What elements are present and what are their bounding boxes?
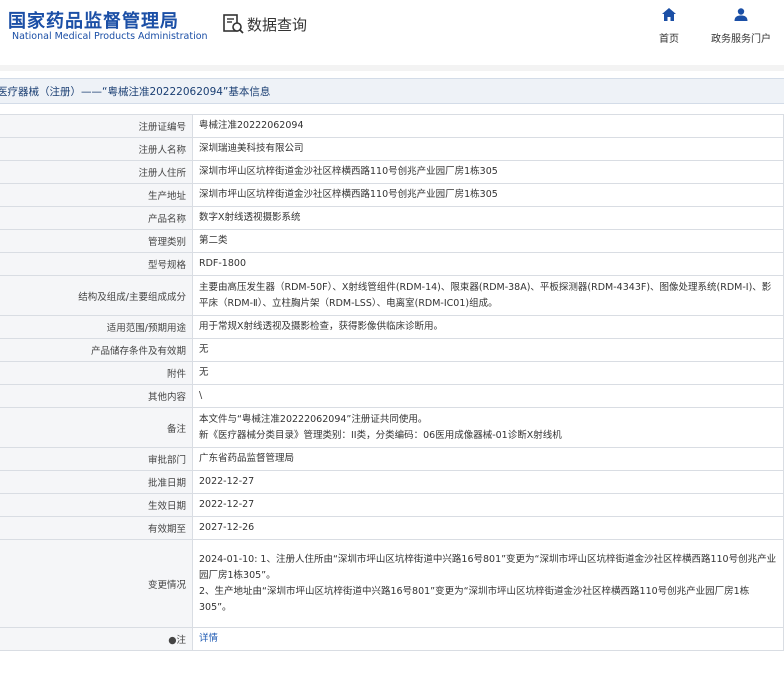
field-value: 2027-12-26 bbox=[192, 516, 784, 540]
table-row: 注册人住所 深圳市坪山区坑梓街道金沙社区梓横西路110号创兆产业园厂房1栋305 bbox=[0, 160, 784, 184]
field-value: RDF-1800 bbox=[192, 252, 784, 276]
remark-line-1: 本文件与“粤械注准20222062094”注册证共同使用。 bbox=[199, 413, 428, 425]
data-query-link[interactable]: 数据查询 bbox=[222, 13, 307, 35]
field-value: 无 bbox=[192, 338, 784, 362]
field-value: 深圳市坪山区坑梓街道金沙社区梓横西路110号创兆产业园厂房1栋305 bbox=[192, 183, 784, 207]
table-row: 生效日期 2022-12-27 bbox=[0, 493, 784, 517]
field-label: 有效期至 bbox=[0, 516, 193, 540]
header-divider bbox=[0, 65, 784, 71]
table-row: ●注 详情 bbox=[0, 627, 784, 651]
field-value: \ bbox=[192, 384, 784, 408]
field-value: 深圳市坪山区坑梓街道金沙社区梓横西路110号创兆产业园厂房1栋305 bbox=[192, 160, 784, 184]
field-label: 注册人住所 bbox=[0, 160, 193, 184]
table-row: 备注 本文件与“粤械注准20222062094”注册证共同使用。 新《医疗器械分… bbox=[0, 407, 784, 448]
table-row: 有效期至 2027-12-26 bbox=[0, 516, 784, 540]
field-value: 本文件与“粤械注准20222062094”注册证共同使用。 新《医疗器械分类目录… bbox=[192, 407, 784, 448]
field-value: 用于常规X射线透视及摄影检查，获得影像供临床诊断用。 bbox=[192, 315, 784, 339]
field-label: 附件 bbox=[0, 361, 193, 385]
table-row: 审批部门 广东省药品监督管理局 bbox=[0, 447, 784, 471]
change-line-2: 2、生产地址由“深圳市坪山区坑梓街道中兴路16号801”变更为“深圳市坪山区坑梓… bbox=[199, 585, 750, 613]
table-row: 其他内容 \ bbox=[0, 384, 784, 408]
user-icon bbox=[734, 8, 748, 21]
nav-home[interactable]: 首页 bbox=[654, 8, 684, 46]
field-label: 产品名称 bbox=[0, 206, 193, 230]
field-label: 生效日期 bbox=[0, 493, 193, 517]
change-line-1: 2024-01-10: 1、注册人住所由“深圳市坪山区坑梓街道中兴路16号801… bbox=[199, 553, 777, 581]
table-row: 适用范围/预期用途 用于常规X射线透视及摄影检查，获得影像供临床诊断用。 bbox=[0, 315, 784, 339]
field-label: 其他内容 bbox=[0, 384, 193, 408]
page-title: 医疗器械（注册）——“粤械注准20222062094”基本信息 bbox=[0, 78, 784, 104]
table-row: 结构及组成/主要组成成分 主要由高压发生器（RDM-50F）、X射线管组件(RD… bbox=[0, 275, 784, 316]
data-query-label: 数据查询 bbox=[247, 15, 308, 34]
home-icon bbox=[662, 8, 676, 21]
table-row: 注册人名称 深圳瑞迪美科技有限公司 bbox=[0, 137, 784, 161]
table-row: 批准日期 2022-12-27 bbox=[0, 470, 784, 494]
field-label: 管理类别 bbox=[0, 229, 193, 253]
field-value: 数字X射线透视摄影系统 bbox=[192, 206, 784, 230]
site-logo-cn[interactable]: 国家药品监督管理局 bbox=[8, 7, 179, 33]
remark-line-2: 新《医疗器械分类目录》管理类别：II类，分类编码：06医用成像器械-01诊断X射… bbox=[199, 429, 562, 441]
data-search-icon bbox=[223, 14, 244, 34]
field-label: 注册人名称 bbox=[0, 137, 193, 161]
table-row: 产品名称 数字X射线透视摄影系统 bbox=[0, 206, 784, 230]
field-label: 生产地址 bbox=[0, 183, 193, 207]
field-label: 审批部门 bbox=[0, 447, 193, 471]
site-logo-en: National Medical Products Administration bbox=[12, 31, 208, 42]
field-value: 2024-01-10: 1、注册人住所由“深圳市坪山区坑梓街道中兴路16号801… bbox=[192, 539, 784, 628]
field-label: 注册证编号 bbox=[0, 114, 193, 138]
field-label: 产品储存条件及有效期 bbox=[0, 338, 193, 362]
details-link[interactable]: 详情 bbox=[199, 633, 218, 644]
table-row: 注册证编号 粤械注准20222062094 bbox=[0, 114, 784, 138]
field-value: 深圳瑞迪美科技有限公司 bbox=[192, 137, 784, 161]
field-value: 无 bbox=[192, 361, 784, 385]
field-label: ●注 bbox=[0, 627, 193, 651]
field-value: 2022-12-27 bbox=[192, 493, 784, 517]
field-value: 粤械注准20222062094 bbox=[192, 114, 784, 138]
field-value: 第二类 bbox=[192, 229, 784, 253]
table-row: 生产地址 深圳市坪山区坑梓街道金沙社区梓横西路110号创兆产业园厂房1栋305 bbox=[0, 183, 784, 207]
table-row: 型号规格 RDF-1800 bbox=[0, 252, 784, 276]
field-value: 广东省药品监督管理局 bbox=[192, 447, 784, 471]
site-header: 国家药品监督管理局 National Medical Products Admi… bbox=[0, 0, 784, 60]
field-label: 结构及组成/主要组成成分 bbox=[0, 275, 193, 316]
note-label: 注 bbox=[176, 635, 186, 646]
field-label: 批准日期 bbox=[0, 470, 193, 494]
nav-home-label: 首页 bbox=[659, 34, 679, 45]
table-row: 产品储存条件及有效期 无 bbox=[0, 338, 784, 362]
field-value: 详情 bbox=[192, 627, 784, 651]
field-label: 型号规格 bbox=[0, 252, 193, 276]
nav-gov-label: 政务服务门户 bbox=[711, 34, 771, 45]
table-row: 附件 无 bbox=[0, 361, 784, 385]
nav-gov-portal[interactable]: 政务服务门户 bbox=[706, 8, 776, 46]
field-label: 备注 bbox=[0, 407, 193, 448]
info-table: 注册证编号 粤械注准20222062094 注册人名称 深圳瑞迪美科技有限公司 … bbox=[0, 114, 784, 651]
field-label: 适用范围/预期用途 bbox=[0, 315, 193, 339]
page-title-text: 医疗器械（注册）——“粤械注准20222062094”基本信息 bbox=[0, 86, 271, 98]
field-value: 主要由高压发生器（RDM-50F）、X射线管组件(RDM-14)、限束器(RDM… bbox=[192, 275, 784, 316]
field-value: 2022-12-27 bbox=[192, 470, 784, 494]
field-label: 变更情况 bbox=[0, 539, 193, 628]
table-row: 管理类别 第二类 bbox=[0, 229, 784, 253]
table-row: 变更情况 2024-01-10: 1、注册人住所由“深圳市坪山区坑梓街道中兴路1… bbox=[0, 539, 784, 628]
